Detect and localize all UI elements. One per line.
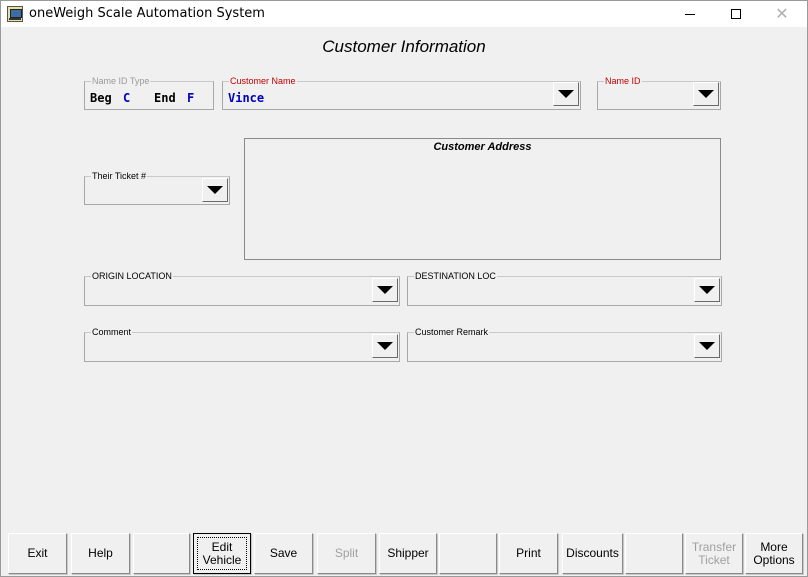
end-label: End [154, 91, 176, 105]
destination-loc-dropdown-button[interactable] [694, 278, 720, 302]
customer-remark-dropdown-button[interactable] [694, 334, 720, 358]
customer-name-value[interactable]: Vince [228, 91, 264, 105]
comment-label: Comment [92, 327, 132, 337]
close-button[interactable]: ✕ [759, 1, 805, 27]
chevron-down-icon [207, 186, 223, 194]
origin-location-dropdown-button[interactable] [372, 278, 398, 302]
shipper-button[interactable]: Shipper [379, 533, 437, 574]
chevron-down-icon [558, 90, 574, 98]
destination-loc-group[interactable]: DESTINATION LOC [407, 271, 722, 306]
their-ticket-dropdown-button[interactable] [202, 178, 228, 202]
chevron-down-icon [699, 286, 715, 294]
minimize-button[interactable] [667, 1, 713, 27]
minimize-icon [685, 13, 695, 15]
end-value-field[interactable]: F [187, 91, 194, 105]
blank-button-3[interactable] [625, 533, 683, 574]
origin-location-label: ORIGIN LOCATION [92, 271, 172, 281]
scale-app-icon [7, 6, 23, 22]
help-button[interactable]: Help [71, 533, 130, 574]
customer-name-label: Customer Name [230, 76, 296, 86]
window-title: oneWeigh Scale Automation System [29, 6, 265, 21]
customer-name-group[interactable]: Customer Name [222, 76, 581, 110]
blank-button-2[interactable] [439, 533, 497, 574]
discounts-button[interactable]: Discounts [562, 533, 623, 574]
title-bar: oneWeigh Scale Automation System ✕ [1, 1, 807, 27]
customer-address-box[interactable]: Customer Address [244, 138, 721, 260]
edit-vehicle-button[interactable]: Edit Vehicle [193, 533, 251, 574]
customer-remark-group[interactable]: Customer Remark [407, 327, 722, 362]
transfer-ticket-button[interactable]: Transfer Ticket [685, 533, 743, 574]
close-icon: ✕ [775, 6, 789, 23]
maximize-icon [731, 9, 741, 19]
customer-name-dropdown-button[interactable] [553, 82, 579, 106]
their-ticket-label: Their Ticket # [92, 171, 147, 181]
more-options-button[interactable]: More Options [745, 533, 803, 574]
name-id-label: Name ID [605, 76, 641, 86]
name-id-dropdown-button[interactable] [693, 82, 719, 106]
origin-location-group[interactable]: ORIGIN LOCATION [84, 271, 400, 306]
beg-label: Beg [90, 91, 112, 105]
name-id-type-label: Name ID Type [92, 76, 150, 86]
blank-button-1[interactable] [133, 533, 190, 574]
chevron-down-icon [377, 286, 393, 294]
comment-group[interactable]: Comment [84, 327, 400, 362]
app-window: oneWeigh Scale Automation System ✕ Custo… [0, 0, 808, 577]
chevron-down-icon [698, 90, 714, 98]
customer-address-label: Customer Address [433, 141, 532, 153]
exit-button[interactable]: Exit [8, 533, 67, 574]
split-button[interactable]: Split [317, 533, 376, 574]
save-button[interactable]: Save [254, 533, 313, 574]
page-title: Customer Information [322, 37, 486, 56]
maximize-button[interactable] [713, 1, 759, 27]
chevron-down-icon [699, 342, 715, 350]
customer-remark-label: Customer Remark [415, 327, 489, 337]
destination-loc-label: DESTINATION LOC [415, 271, 496, 281]
print-button[interactable]: Print [499, 533, 558, 574]
beg-value-field[interactable]: C [123, 91, 130, 105]
comment-dropdown-button[interactable] [372, 334, 398, 358]
chevron-down-icon [377, 342, 393, 350]
